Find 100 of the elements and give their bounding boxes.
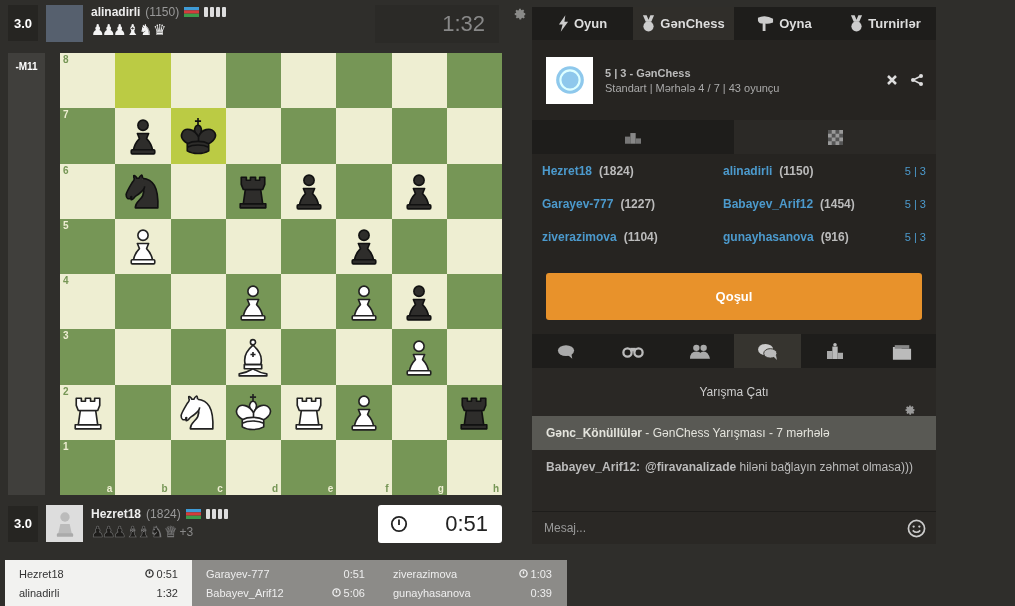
- chat-banner: Gənc_Könüllülər - GənChess Yarışması - 7 mərhələ: [532, 416, 936, 450]
- smiley-icon[interactable]: [907, 518, 926, 538]
- rook-piece[interactable]: [239, 176, 267, 209]
- file-label: g: [437, 483, 444, 494]
- rook-piece[interactable]: [295, 397, 323, 430]
- board-square[interactable]: f: [336, 439, 392, 495]
- player-link[interactable]: gunayhasanova: [723, 229, 814, 244]
- tab[interactable]: GənChess: [633, 7, 734, 40]
- share-icon[interactable]: [910, 73, 924, 87]
- tab[interactable]: [666, 334, 734, 368]
- tab-label: Oyna: [779, 16, 812, 31]
- board-square[interactable]: b: [115, 439, 171, 495]
- player-link[interactable]: Garayev-777: [542, 196, 614, 211]
- board-square[interactable]: [225, 384, 281, 440]
- settings-icon[interactable]: [904, 404, 916, 416]
- rook-piece[interactable]: [74, 397, 102, 430]
- board-square[interactable]: [115, 218, 171, 274]
- king-piece[interactable]: [180, 117, 217, 155]
- join-button[interactable]: Qoşul: [546, 273, 922, 320]
- medal-icon: [642, 15, 656, 32]
- board-square[interactable]: [115, 108, 171, 164]
- board-square[interactable]: c: [170, 439, 226, 495]
- time: 0:51: [343, 567, 365, 580]
- tab-label: GənChess: [660, 16, 725, 31]
- player-link[interactable]: alinadirli: [723, 163, 773, 178]
- tab[interactable]: [734, 334, 802, 368]
- game-card[interactable]: Hezret18 0:51 alinadirli 1:32: [5, 560, 192, 606]
- board-square[interactable]: [336, 274, 392, 330]
- player-link[interactable]: Babayev_Arif12: [723, 196, 814, 211]
- pawn-piece[interactable]: [351, 395, 377, 431]
- tab[interactable]: [532, 334, 600, 368]
- knight-piece[interactable]: [180, 395, 214, 430]
- file-label: a: [106, 483, 113, 494]
- pawn-piece[interactable]: [240, 284, 266, 321]
- player-rating: (1150): [145, 5, 180, 19]
- player-rating: (1227): [620, 196, 656, 211]
- knight-piece[interactable]: [125, 174, 159, 209]
- checkerboard-icon: [827, 129, 843, 145]
- board-square[interactable]: [225, 329, 281, 385]
- tab[interactable]: Oyna: [734, 7, 835, 40]
- player-name[interactable]: alinadirli: [91, 5, 141, 19]
- pawn-piece[interactable]: [130, 119, 156, 155]
- tab[interactable]: [801, 334, 869, 368]
- pawn-piece[interactable]: [351, 284, 377, 321]
- board-square[interactable]: 2: [60, 384, 116, 440]
- board-square[interactable]: h: [446, 439, 502, 495]
- rook-piece[interactable]: [460, 397, 488, 430]
- time: 1:03: [530, 567, 552, 580]
- time-control: 5 | 3: [904, 164, 926, 177]
- player-link[interactable]: Hezret18: [542, 163, 593, 178]
- bishop-piece[interactable]: [238, 338, 268, 377]
- board-square[interactable]: [170, 384, 226, 440]
- time: 1:32: [156, 586, 178, 599]
- board-square[interactable]: [391, 274, 447, 330]
- board-square[interactable]: e: [281, 439, 337, 495]
- pawn-piece[interactable]: [406, 174, 432, 210]
- king-piece[interactable]: [236, 393, 272, 431]
- tab[interactable]: Turnirlər: [835, 7, 936, 40]
- pawn-piece[interactable]: [406, 284, 432, 321]
- pawn-piece[interactable]: [130, 229, 156, 266]
- player-name[interactable]: Hezret18: [91, 506, 142, 521]
- message-input[interactable]: Mesaj...: [542, 512, 907, 544]
- board-square[interactable]: [391, 163, 447, 219]
- player-link[interactable]: ziverazimova: [542, 229, 617, 244]
- board-square[interactable]: 4: [60, 274, 116, 330]
- board-square[interactable]: [336, 384, 392, 440]
- pawn-piece[interactable]: [296, 174, 322, 210]
- board-square[interactable]: [225, 163, 281, 219]
- rank-label: 5: [63, 219, 69, 231]
- board-square[interactable]: [446, 384, 502, 440]
- board-square[interactable]: [391, 329, 447, 385]
- pawn-piece[interactable]: [351, 229, 377, 266]
- board-square[interactable]: 7: [60, 108, 116, 164]
- pawn-piece[interactable]: [406, 340, 432, 376]
- board-square[interactable]: [281, 163, 337, 219]
- board-square[interactable]: [170, 108, 226, 164]
- board-square[interactable]: 8: [60, 53, 116, 109]
- board-square[interactable]: [281, 384, 337, 440]
- board-square[interactable]: g: [391, 439, 447, 495]
- board-square[interactable]: 1 a: [60, 439, 116, 495]
- board-square[interactable]: [336, 218, 392, 274]
- board-square[interactable]: [225, 274, 281, 330]
- tab[interactable]: [868, 334, 936, 368]
- tab[interactable]: Oyun: [532, 7, 633, 40]
- settings-icon[interactable]: [513, 7, 527, 21]
- chat-title: Yarışma Çatı: [699, 385, 769, 399]
- board-square[interactable]: d: [225, 439, 281, 495]
- rank-label: 4: [63, 275, 69, 286]
- tournament-details: Standart | Mərhələ 4 / 7 | 43 oyunçu: [605, 81, 781, 94]
- board-square[interactable]: 3: [60, 329, 116, 385]
- message-author[interactable]: Babayev_Arif12:: [546, 460, 641, 474]
- board-square[interactable]: 5: [60, 218, 116, 274]
- board-square[interactable]: [115, 163, 171, 219]
- file-label: c: [217, 483, 223, 494]
- close-icon[interactable]: [886, 74, 898, 86]
- player-rating: (1150): [779, 163, 814, 178]
- clock: 1:32: [375, 5, 499, 43]
- board-square[interactable]: 6: [60, 163, 116, 219]
- folder-icon: [892, 342, 913, 360]
- player-rating: (916): [820, 229, 849, 244]
